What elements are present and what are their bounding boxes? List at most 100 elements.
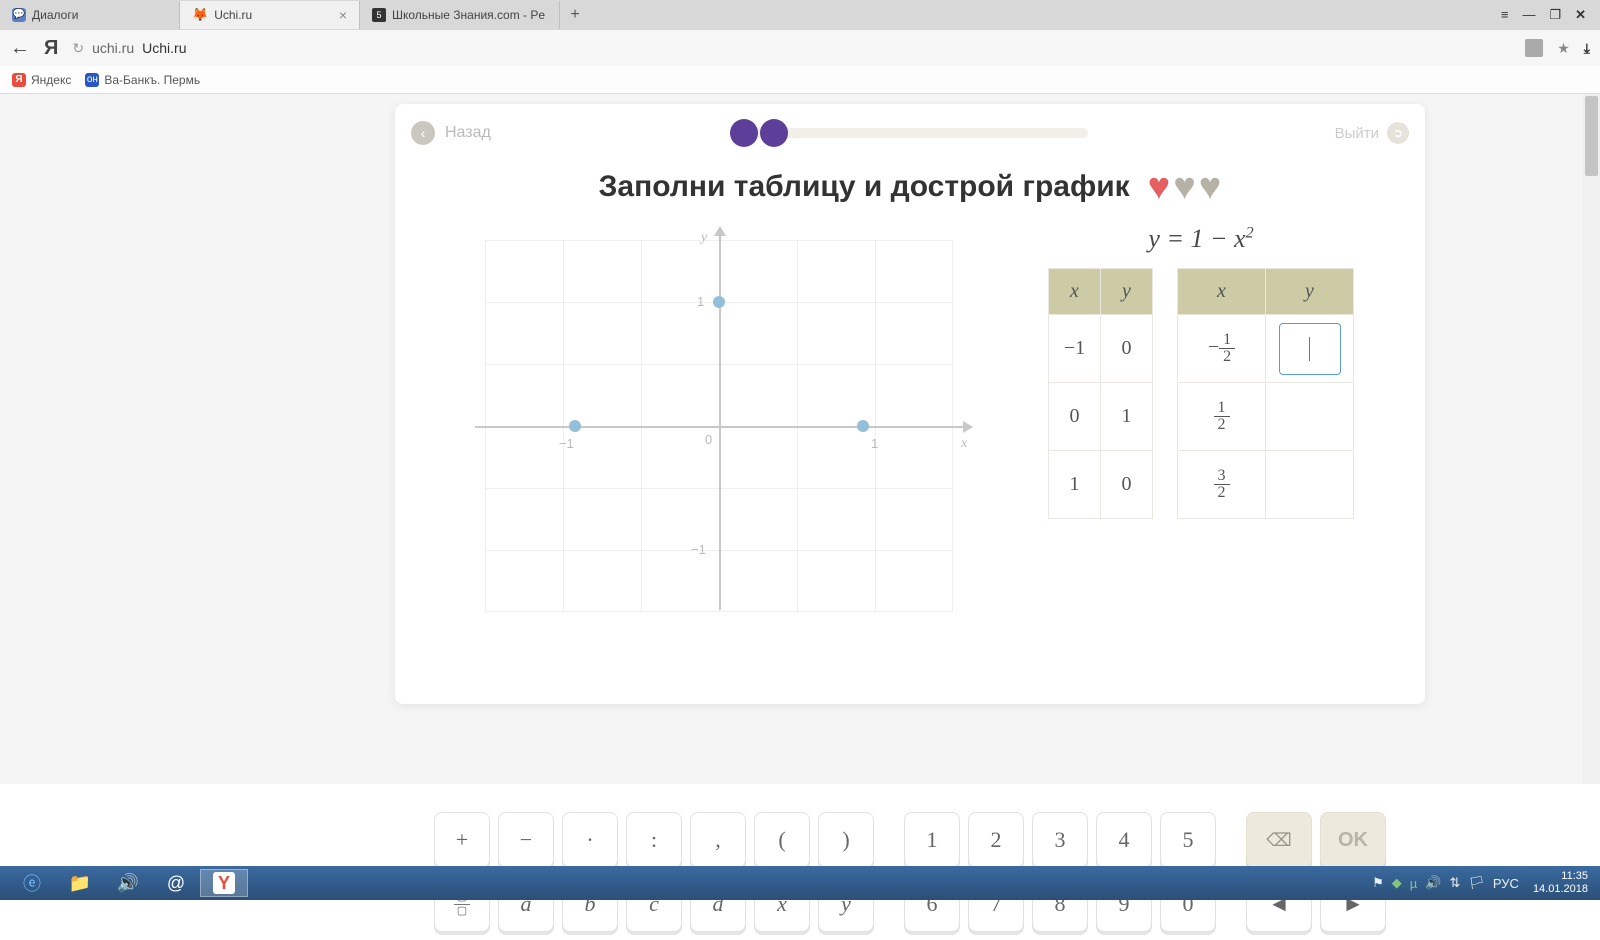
key-rparen[interactable]: ) — [818, 812, 874, 868]
minimize-icon[interactable]: ― — [1522, 7, 1535, 23]
tray-action-icon[interactable]: 🏳 — [1468, 875, 1485, 891]
tray-shield-icon[interactable]: ◆ — [1392, 875, 1402, 891]
key-minus[interactable]: − — [498, 812, 554, 868]
clock-time: 11:35 — [1533, 870, 1588, 883]
key-colon[interactable]: : — [626, 812, 682, 868]
vk-row-1: + − · : , ( ) 1 2 3 4 5 ⌫ OK — [395, 812, 1425, 868]
key-dot[interactable]: · — [562, 812, 618, 868]
key-ok[interactable]: OK — [1320, 812, 1386, 868]
tab-bar: 💬 Диалоги 🦊 Uchi.ru × 5 Школьные Знания.… — [0, 0, 1600, 30]
x-axis-label: x — [961, 436, 967, 452]
taskbar: ⓔ 📁 🔊 @ Y ⚑ ◆ µ 🔊 ⇅ 🏳 РУС 11:35 14.01.20… — [0, 866, 1600, 900]
new-tab-button[interactable]: + — [560, 6, 590, 24]
bookmark-yandex[interactable]: Я Яндекс — [12, 73, 71, 87]
back-button[interactable]: ‹ Назад — [411, 121, 491, 145]
hearts: ♥ ♥ ♥ — [1148, 168, 1222, 206]
right-panel: y = 1 − x2 xy −10 01 10 xy −12 — [1011, 224, 1391, 624]
exit-label: Выйти — [1335, 125, 1379, 142]
y-cell-empty[interactable] — [1266, 383, 1354, 451]
tick-xpos: 1 — [871, 436, 878, 451]
key-plus[interactable]: + — [434, 812, 490, 868]
back-label: Назад — [445, 124, 491, 142]
key-2[interactable]: 2 — [968, 812, 1024, 868]
graph[interactable]: y x 0 1 −1 −1 1 — [429, 224, 977, 624]
yandex-icon: Я — [12, 73, 26, 87]
tick-xneg: −1 — [559, 436, 574, 451]
y-input[interactable] — [1279, 323, 1341, 375]
equation: y = 1 − x2 — [1011, 224, 1391, 254]
taskbar-explorer-icon[interactable]: 📁 — [56, 869, 104, 897]
table-row: 01 — [1049, 383, 1153, 451]
bookmark-star-icon[interactable]: ★ — [1557, 40, 1570, 57]
exit-icon: ➲ — [1387, 122, 1409, 144]
tab-label: Диалоги — [32, 8, 78, 22]
tray-torrent-icon[interactable]: µ — [1410, 876, 1418, 891]
task-header: ‹ Назад Выйти ➲ — [395, 104, 1425, 162]
task-title: Заполни таблицу и дострой график — [599, 170, 1130, 204]
extension-icon[interactable] — [1525, 39, 1543, 57]
tray-network-icon[interactable]: ⇅ — [1449, 875, 1460, 891]
vabank-icon: он — [85, 73, 99, 87]
key-backspace[interactable]: ⌫ — [1246, 812, 1312, 868]
taskbar-browser-icon[interactable]: @ — [152, 869, 200, 897]
address-icons: ★ ⤓ — [1525, 39, 1590, 57]
graph-point — [857, 420, 869, 432]
tab-label: Uchi.ru — [214, 8, 252, 22]
y-cell-empty[interactable] — [1266, 451, 1354, 519]
yandex-logo-icon[interactable]: Я — [44, 37, 58, 60]
progress-bar — [491, 128, 1335, 138]
key-5[interactable]: 5 — [1160, 812, 1216, 868]
task-card: ‹ Назад Выйти ➲ Заполни таблицу и достро… — [395, 104, 1425, 704]
taskbar-ie-icon[interactable]: ⓔ — [8, 869, 56, 897]
table-row: 32 — [1178, 451, 1354, 519]
bookmark-bar: Я Яндекс он Ва-Банкъ. Пермь — [0, 66, 1600, 94]
key-3[interactable]: 3 — [1032, 812, 1088, 868]
scrollbar-thumb[interactable] — [1585, 96, 1598, 176]
table-row: −12 — [1178, 315, 1354, 383]
tray-lang[interactable]: РУС — [1493, 876, 1519, 891]
graph-point — [569, 420, 581, 432]
tick-origin: 0 — [705, 432, 712, 447]
taskbar-yandex-icon[interactable]: Y — [200, 869, 248, 897]
col-header-x: x — [1178, 269, 1266, 315]
bookmark-vabank[interactable]: он Ва-Банкъ. Пермь — [85, 73, 200, 87]
tab-uchi[interactable]: 🦊 Uchi.ru × — [180, 1, 360, 29]
heart-icon: ♥ — [1173, 168, 1196, 206]
tray-volume-icon[interactable]: 🔊 — [1425, 875, 1441, 891]
address-bar: ← Я ↻ uchi.ru Uchi.ru ★ ⤓ — [0, 30, 1600, 66]
tables: xy −10 01 10 xy −12 12 — [1011, 268, 1391, 519]
tray-flag-icon[interactable]: ⚑ — [1372, 875, 1384, 891]
close-icon[interactable]: × — [339, 7, 347, 23]
y-axis-label: y — [701, 230, 707, 246]
taskbar-clock[interactable]: 11:35 14.01.2018 — [1533, 870, 1588, 895]
tab-label: Школьные Знания.com - Pe — [392, 8, 545, 22]
tab-dialogs[interactable]: 💬 Диалоги — [0, 1, 180, 29]
col-header-y: y — [1266, 269, 1354, 315]
maximize-icon[interactable]: ❐ — [1549, 7, 1561, 23]
table-row: 12 — [1178, 383, 1354, 451]
close-window-icon[interactable]: ✕ — [1575, 7, 1586, 23]
reload-icon[interactable]: ↻ — [72, 40, 84, 57]
url-box[interactable]: ↻ uchi.ru Uchi.ru — [72, 40, 1511, 57]
bookmark-label: Яндекс — [31, 73, 71, 87]
key-4[interactable]: 4 — [1096, 812, 1152, 868]
col-header-x: x — [1049, 269, 1101, 315]
menu-icon[interactable]: ≡ — [1501, 7, 1509, 23]
exit-button[interactable]: Выйти ➲ — [1335, 122, 1409, 144]
browser-chrome: 💬 Диалоги 🦊 Uchi.ru × 5 Школьные Знания.… — [0, 0, 1600, 94]
scrollbar[interactable] — [1583, 94, 1600, 784]
url-host: uchi.ru — [92, 40, 134, 56]
tab-znania[interactable]: 5 Школьные Знания.com - Pe — [360, 1, 560, 29]
bookmark-label: Ва-Банкъ. Пермь — [104, 73, 200, 87]
progress-step-1 — [730, 119, 758, 147]
download-icon[interactable]: ⤓ — [1584, 40, 1590, 57]
back-icon[interactable]: ← — [10, 37, 30, 60]
key-comma[interactable]: , — [690, 812, 746, 868]
table-row: −10 — [1049, 315, 1153, 383]
table-values-b: xy −12 12 32 — [1177, 268, 1354, 519]
key-1[interactable]: 1 — [904, 812, 960, 868]
window-controls: ≡ ― ❐ ✕ — [1487, 7, 1600, 23]
taskbar-speaker-icon[interactable]: 🔊 — [104, 869, 152, 897]
backspace-icon: ⌫ — [1266, 830, 1291, 851]
key-lparen[interactable]: ( — [754, 812, 810, 868]
